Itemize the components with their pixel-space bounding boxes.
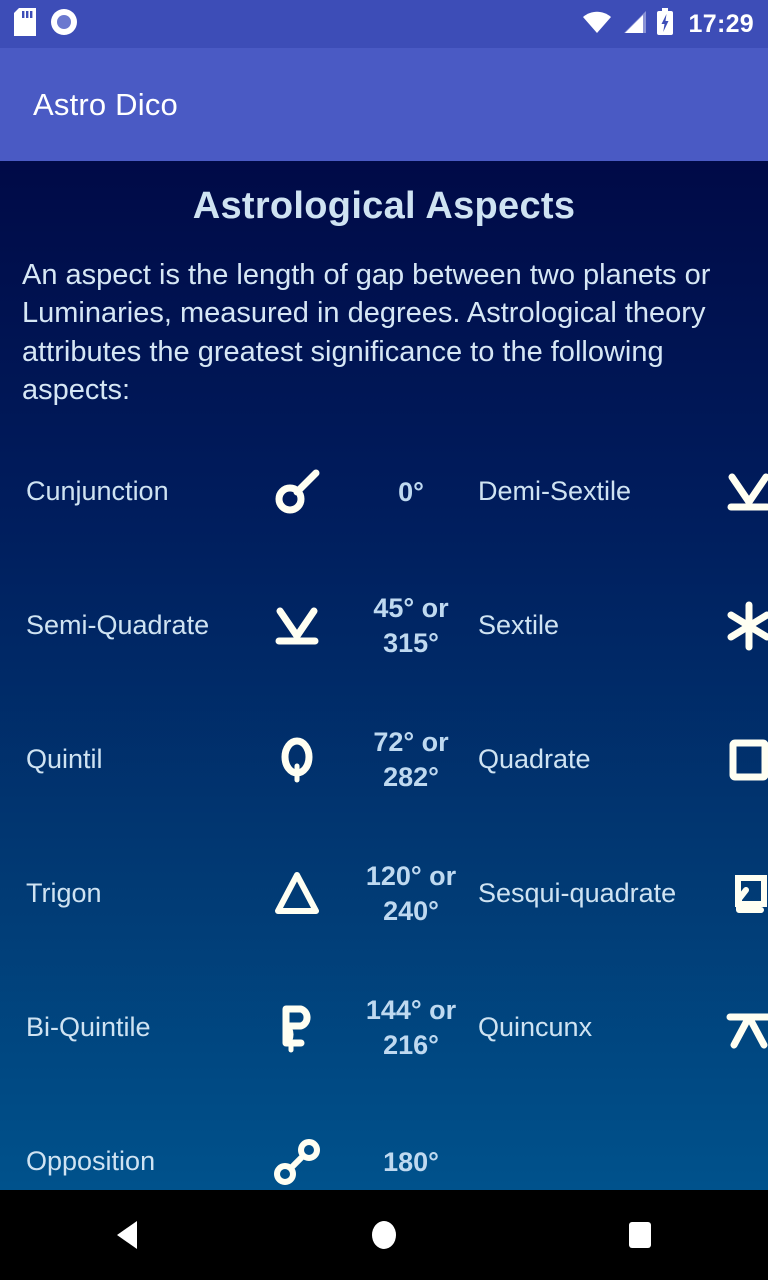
aspect-degrees: 72° or 282° [373,726,449,793]
empty-symbol-cell [690,1095,768,1190]
aspect-name: Quincunx [478,1012,593,1043]
aspects-table-body: Cunjunction 0° Demi-Sextile 30° or 330° … [14,425,768,1190]
status-bar-left-icons [14,7,78,41]
app-bar: Astro Dico [0,48,768,161]
table-row: Semi-Quadrate 45° or 315° Sextile 60° or… [14,559,768,693]
quincunx-icon [721,1013,768,1049]
trine-icon [269,872,325,915]
conjunction-icon [269,469,325,514]
aspect-degrees: 45° or 315° [373,592,449,659]
aspect-name: Sextile [478,610,560,641]
opposition-icon [269,1139,325,1186]
aspect-name: Trigon [26,878,102,909]
phone-screen: 17:29 Astro Dico Astrological Aspects An… [0,0,768,1280]
aspect-degrees: 0° [398,476,424,507]
aspect-name: Bi-Quintile [26,1012,151,1043]
sesquiquadrate-icon [721,875,768,914]
wifi-icon [582,10,612,39]
biquintile-icon [269,1005,325,1053]
android-navigation-bar [0,1190,768,1280]
sextile-icon [721,601,768,651]
table-row: Bi-Quintile 144° or 216° Quincunx 150° o… [14,961,768,1095]
aspect-name: Quadrate [478,744,591,775]
status-bar-right-icons: 17:29 [582,7,754,41]
aspect-name: Opposition [26,1146,156,1177]
camera-icon [50,8,78,41]
aspect-name: Sesqui-quadrate [478,878,677,909]
status-bar-clock: 17:29 [688,9,754,38]
square-icon [721,739,768,781]
semi-sextile-icon [721,473,768,511]
table-row: Trigon 120° or 240° Sesqui-quadrate 135°… [14,827,768,961]
aspect-name: Semi-Quadrate [26,610,210,641]
recents-button[interactable] [580,1190,700,1280]
aspect-name: Demi-Sextile [478,476,632,507]
aspect-degrees: 120° or 240° [365,860,457,927]
app-title: Astro Dico [33,86,178,122]
intro-paragraph: An aspect is the length of gap between t… [22,259,711,406]
content-area[interactable]: Astrological Aspects An aspect is the le… [0,161,768,1190]
page-title: Astrological Aspects [192,185,576,227]
quintile-icon [269,737,325,783]
back-button[interactable] [68,1190,188,1280]
aspect-name [466,1146,478,1176]
aspect-name: Quintil [26,744,103,775]
aspect-degrees: 180° [383,1146,439,1177]
table-row: Opposition 180° [14,1095,768,1190]
aspect-degrees: 144° or 216° [365,994,457,1061]
aspects-table: Cunjunction 0° Demi-Sextile 30° or 330° … [14,425,768,1190]
status-bar: 17:29 [0,0,768,48]
battery-charging-icon [656,7,674,41]
table-row: Quintil 72° or 282° Quadrate 90° or 270° [14,693,768,827]
home-button[interactable] [324,1190,444,1280]
semi-square-icon [269,607,325,645]
aspect-name: Cunjunction [26,476,169,507]
sd-card-icon [14,7,36,41]
table-row: Cunjunction 0° Demi-Sextile 30° or 330° [14,425,768,559]
cell-signal-icon [621,10,647,39]
